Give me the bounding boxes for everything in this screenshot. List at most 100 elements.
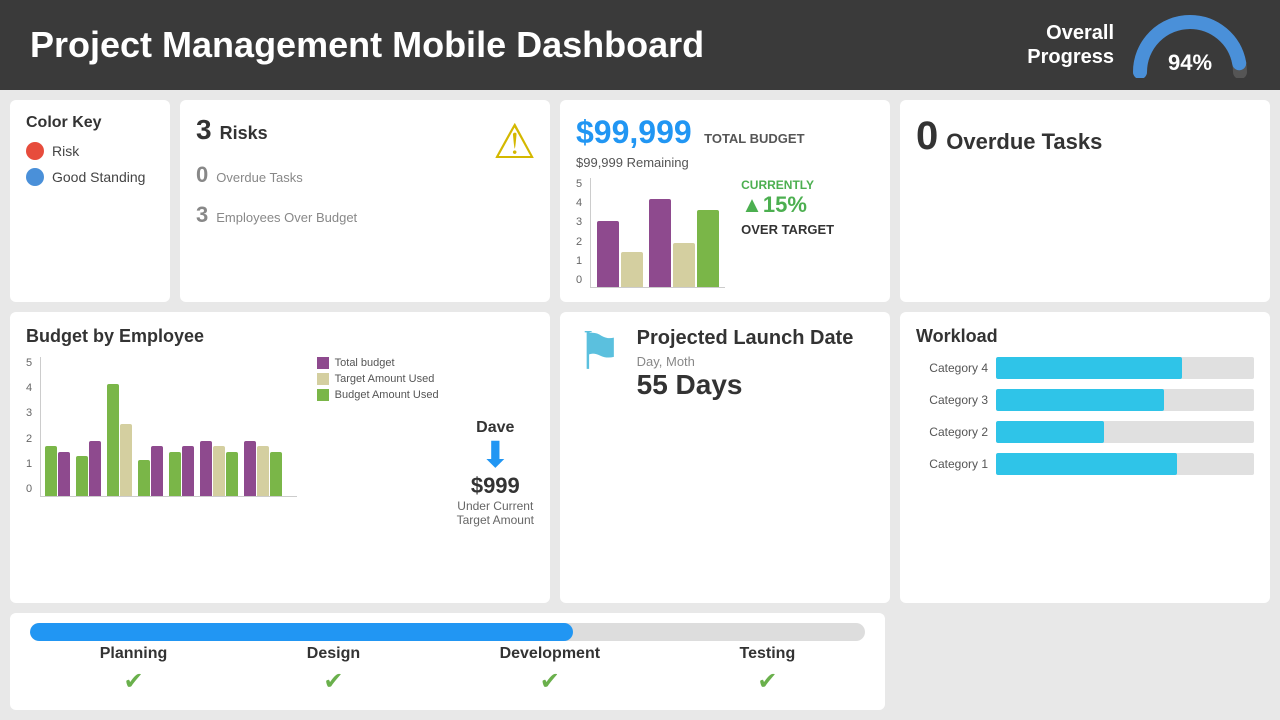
phase-spacer <box>895 613 1270 710</box>
budget-amount: $99,999 <box>576 114 692 150</box>
emp-bar-used5 <box>169 452 181 496</box>
emp-group1 <box>45 446 70 496</box>
legend-used: Budget Amount Used <box>317 389 439 401</box>
middle-col: ⚑ Projected Launch Date Day, Moth 55 Day… <box>560 312 890 603</box>
employee-budget-title: Budget by Employee <box>26 326 534 347</box>
phase-check-testing: ✔ <box>757 667 777 696</box>
workload-bar-bg-4 <box>996 357 1254 379</box>
risk-dot <box>26 142 44 160</box>
overdue-row: 0 Overdue Tasks <box>196 162 534 188</box>
emp-group2 <box>76 441 101 496</box>
emp-bar-used3 <box>107 384 119 496</box>
risks-card: 3 Risks 0 Overdue Tasks 3 Employees Over… <box>180 100 550 302</box>
workload-label-4: Category 4 <box>916 361 988 375</box>
page-title: Project Management Mobile Dashboard <box>30 24 704 66</box>
legend-target-box <box>317 373 329 385</box>
phase-planning: Planning ✔ <box>100 645 168 696</box>
budget-bar-target2 <box>673 243 695 287</box>
workload-label-2: Category 2 <box>916 425 988 439</box>
good-dot <box>26 168 44 186</box>
launch-label: Projected Launch Date <box>637 326 874 350</box>
risks-label: Risks <box>220 123 268 144</box>
phase-design: Design ✔ <box>307 645 360 696</box>
currently-section: CURRENTLY ▲15% OVER TARGET <box>741 178 834 288</box>
dave-section: Dave ⬇ $999 Under CurrentTarget Amount <box>457 357 534 589</box>
over-target-label: OVER TARGET <box>741 222 834 237</box>
launch-days: 55 Days <box>637 369 874 401</box>
currently-value: ▲15% <box>741 192 834 218</box>
dave-amount: $999 <box>471 473 520 499</box>
emp-bar-total5 <box>182 446 194 496</box>
phases-list: Planning ✔ Design ✔ Development ✔ Testin… <box>30 645 865 696</box>
gauge-value: 94% <box>1168 50 1212 76</box>
risk-label: Risk <box>52 143 79 159</box>
emp-bar-target6 <box>213 446 225 496</box>
legend-total-box <box>317 357 329 369</box>
over-budget-count: 3 <box>196 202 208 228</box>
phase-name-testing: Testing <box>740 645 796 663</box>
legend-target-label: Target Amount Used <box>335 373 435 385</box>
workload-bar-fill-3 <box>996 389 1164 411</box>
over-budget-label: Employees Over Budget <box>216 210 357 225</box>
workload-bar-bg-3 <box>996 389 1254 411</box>
emp-bar-used <box>45 446 57 496</box>
over-budget-row: 3 Employees Over Budget <box>196 202 534 228</box>
progress-bar <box>30 623 865 641</box>
budget-bar-total1 <box>597 221 619 287</box>
phase-card: Planning ✔ Design ✔ Development ✔ Testin… <box>10 613 885 710</box>
dave-arrow: ⬇ <box>480 437 510 473</box>
gauge: 94% <box>1130 12 1250 78</box>
currently-label: CURRENTLY <box>741 178 834 192</box>
workload-row-4: Category 4 <box>916 357 1254 379</box>
budget-bars <box>590 178 725 288</box>
budget-label: TOTAL BUDGET <box>704 131 804 146</box>
legend-used-box <box>317 389 329 401</box>
budget-bar-total2 <box>649 199 671 287</box>
phase-check-design: ✔ <box>323 667 343 696</box>
emp-bar-used6 <box>226 452 238 496</box>
workload-title: Workload <box>916 326 1254 347</box>
workload-row-1: Category 1 <box>916 453 1254 475</box>
workload-bar-fill-4 <box>996 357 1182 379</box>
phase-name-development: Development <box>500 645 600 663</box>
legend-used-label: Budget Amount Used <box>335 389 439 401</box>
emp-group4 <box>138 446 163 496</box>
emp-bar-used2 <box>76 456 88 496</box>
budget-chart-layout: 0 1 2 3 4 5 <box>576 178 874 288</box>
progress-label: OverallProgress <box>1027 21 1114 69</box>
legend-target: Target Amount Used <box>317 373 439 385</box>
phase-testing: Testing ✔ <box>740 645 796 696</box>
launch-header: ⚑ Projected Launch Date Day, Moth 55 Day… <box>576 326 874 401</box>
color-key-risk: Risk <box>26 142 154 160</box>
overdue-tasks-count: 0 <box>916 114 938 159</box>
color-key-card: Color Key Risk Good Standing <box>10 100 170 302</box>
phase-row: Planning ✔ Design ✔ Development ✔ Testin… <box>10 613 1270 710</box>
workload-label-1: Category 1 <box>916 457 988 471</box>
main-content: Color Key Risk Good Standing 3 Risks 0 O… <box>0 90 1280 720</box>
phase-name-design: Design <box>307 645 360 663</box>
risks-row: 3 Risks <box>196 114 534 146</box>
risks-count: 3 <box>196 114 212 146</box>
overdue-tasks-card: 0 Overdue Tasks <box>900 100 1270 302</box>
launch-date-label: Day, Moth <box>637 354 874 369</box>
progress-section: OverallProgress 94% <box>1027 12 1250 78</box>
workload-row-2: Category 2 <box>916 421 1254 443</box>
emp-bar-total6 <box>200 441 212 496</box>
budget-card: $99,999 TOTAL BUDGET $99,999 Remaining 0… <box>560 100 890 302</box>
phase-check-planning: ✔ <box>123 667 143 696</box>
employee-chart-content: 0 1 2 3 4 5 <box>26 357 534 589</box>
color-key-title: Color Key <box>26 114 154 132</box>
budget-y-axis: 0 1 2 3 4 5 <box>576 178 582 288</box>
emp-bar-total <box>58 452 70 496</box>
progress-bar-fill <box>30 623 573 641</box>
emp-bar-total2 <box>89 441 101 496</box>
phase-name-planning: Planning <box>100 645 168 663</box>
emp-bar-total4 <box>151 446 163 496</box>
emp-group3 <box>107 384 132 496</box>
budget-remaining: $99,999 Remaining <box>576 155 874 170</box>
header: Project Management Mobile Dashboard Over… <box>0 0 1280 90</box>
dave-sub: Under CurrentTarget Amount <box>457 499 534 527</box>
row2: Budget by Employee 0 1 2 3 4 5 <box>10 312 1270 603</box>
workload-card: Workload Category 4 Category 3 Category … <box>900 312 1270 603</box>
legend-total-label: Total budget <box>335 357 395 369</box>
